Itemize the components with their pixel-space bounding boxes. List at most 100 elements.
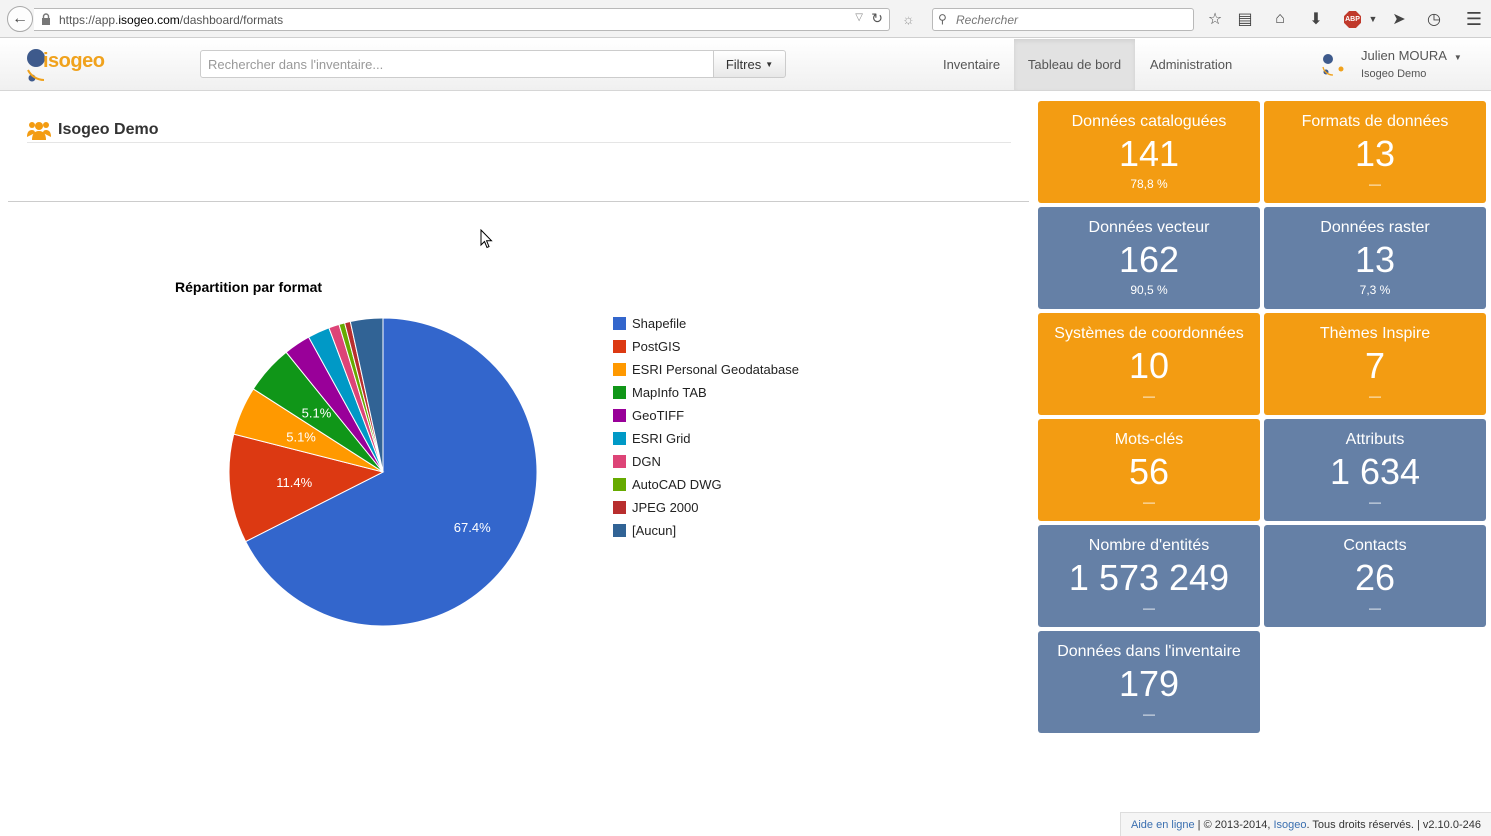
history-icon[interactable]: ◷ [1423,8,1445,30]
tile-label: Mots-clés [1114,431,1184,448]
filters-button[interactable]: Filtres ▼ [713,50,786,78]
stat-tile[interactable]: Données cataloguées 141 78,8 % [1038,101,1260,203]
pie-slice-label: 5.1% [302,405,332,420]
tile-value: 56 [1128,451,1170,492]
org-heading: Isogeo Demo [27,117,1011,143]
tile-value: 179 [1118,663,1180,704]
tile-value: 1 573 249 [1068,557,1230,598]
chevron-down-icon[interactable]: ▼ [1362,8,1384,30]
tile-label: Données dans l'inventaire [1057,643,1241,660]
rights-text: . Tous droits réservés. | v2.10.0-246 [1306,818,1481,831]
users-icon [27,122,51,140]
tile-label: Attributs [1345,431,1405,448]
legend-swatch [613,478,626,491]
stat-tile[interactable]: Attributs 1 634 — [1264,419,1486,521]
legend-label: AutoCAD DWG [632,477,722,492]
legend-swatch [613,386,626,399]
address-bar[interactable]: https://app.isogeo.com/dashboard/formats… [34,8,890,31]
tile-sub: — [1369,177,1381,191]
tile-sub: — [1369,495,1381,509]
tile-value: 13 [1354,133,1396,174]
tile-value: 141 [1118,133,1180,174]
back-button[interactable]: ← [7,6,33,32]
company-link[interactable]: Isogeo [1273,819,1306,831]
star-icon[interactable]: ☆ [1204,8,1226,30]
legend-label: MapInfo TAB [632,385,707,400]
chevron-down-icon[interactable]: ▽ [855,12,863,23]
inventory-search-placeholder: Rechercher dans l'inventaire... [208,57,384,72]
stat-tile[interactable]: Données raster 13 7,3 % [1264,207,1486,309]
app-header: isogeo Rechercher dans l'inventaire... F… [0,39,1491,91]
legend-swatch [613,524,626,537]
legend-swatch [613,501,626,514]
tile-label: Données raster [1320,219,1430,236]
arrow-left-icon: ← [12,10,28,27]
tile-value: 7 [1364,345,1386,386]
browser-toolbar: ← https://app.isogeo.com/dashboard/forma… [0,0,1491,38]
tile-label: Données cataloguées [1071,113,1227,130]
home-icon[interactable]: ⌂ [1269,8,1291,30]
tile-label: Données vecteur [1088,219,1210,236]
tile-sub: — [1143,495,1155,509]
caret-down-icon: ▼ [1453,53,1462,62]
stat-tile[interactable]: Systèmes de coordonnées 10 — [1038,313,1260,415]
menu-icon[interactable]: ☰ [1463,8,1485,30]
download-icon[interactable]: ⬇ [1305,8,1327,30]
stat-tile[interactable]: Mots-clés 56 — [1038,419,1260,521]
stat-tile[interactable]: Formats de données 13 — [1264,101,1486,203]
legend-swatch [613,340,626,353]
tile-label: Thèmes Inspire [1319,325,1431,342]
legend-swatch [613,455,626,468]
logo-text: isogeo [43,50,105,72]
legend-label: PostGIS [632,339,681,354]
legend-swatch [613,363,626,376]
reading-list-icon[interactable]: ▤ [1234,8,1256,30]
legend-label: GeoTIFF [632,408,685,423]
nav-administration[interactable]: Administration [1135,39,1247,90]
search-icon: ⚲ [938,12,947,26]
tile-sub: — [1369,601,1381,615]
inventory-search-input[interactable]: Rechercher dans l'inventaire... [200,50,714,78]
legend-label: Shapefile [632,316,687,331]
mouse-cursor-icon [480,229,493,249]
nav-tableau-de-bord[interactable]: Tableau de bord [1014,39,1135,90]
legend-swatch [613,432,626,445]
rss-icon[interactable]: ☼ [902,11,915,27]
tile-label: Nombre d'entités [1088,537,1210,554]
divider [8,201,1029,202]
user-menu[interactable]: Julien MOURA ▼ [1361,48,1462,63]
chart-title: Répartition par format [175,279,323,295]
footer: Aide en ligne | © 2013-2014, Isogeo . To… [1120,812,1491,836]
nav-label: Administration [1149,57,1233,72]
nav-label: Tableau de bord [1027,57,1122,72]
legend-label: DGN [632,454,661,469]
user-org: Isogeo Demo [1361,68,1427,80]
stat-tile[interactable]: Contacts 26 — [1264,525,1486,627]
legend-label: ESRI Grid [632,431,691,446]
legend-label: ESRI Personal Geodatabase [632,362,799,377]
tile-sub: — [1143,707,1155,721]
tile-label: Contacts [1343,537,1407,554]
help-link[interactable]: Aide en ligne [1131,819,1195,831]
pie-slice-label: 67.4% [454,520,491,535]
send-icon[interactable]: ➤ [1388,8,1410,30]
tile-sub: — [1369,389,1381,403]
caret-down-icon: ▼ [765,59,774,69]
stat-tile[interactable]: Données dans l'inventaire 179 — [1038,631,1260,733]
tile-label: Systèmes de coordonnées [1054,325,1244,342]
stat-tile[interactable]: Nombre d'entités 1 573 249 — [1038,525,1260,627]
legend-label: [Aucun] [632,523,677,538]
stat-tile[interactable]: Données vecteur 162 90,5 % [1038,207,1260,309]
nav-inventaire[interactable]: Inventaire [929,39,1014,90]
adblock-icon[interactable]: ABP [1344,11,1361,28]
pie-slice-label: 5.1% [286,429,316,444]
stat-tile[interactable]: Thèmes Inspire 7 — [1264,313,1486,415]
browser-search-input[interactable]: ⚲ Rechercher [932,8,1194,31]
reload-icon[interactable]: ↻ [871,10,883,27]
browser-search-placeholder: Rechercher [956,13,1019,27]
tile-label: Formats de données [1301,113,1449,130]
lock-icon [42,13,50,25]
tile-value: 13 [1354,239,1396,280]
user-avatar[interactable] [1320,51,1350,79]
tile-sub: — [1143,601,1155,615]
